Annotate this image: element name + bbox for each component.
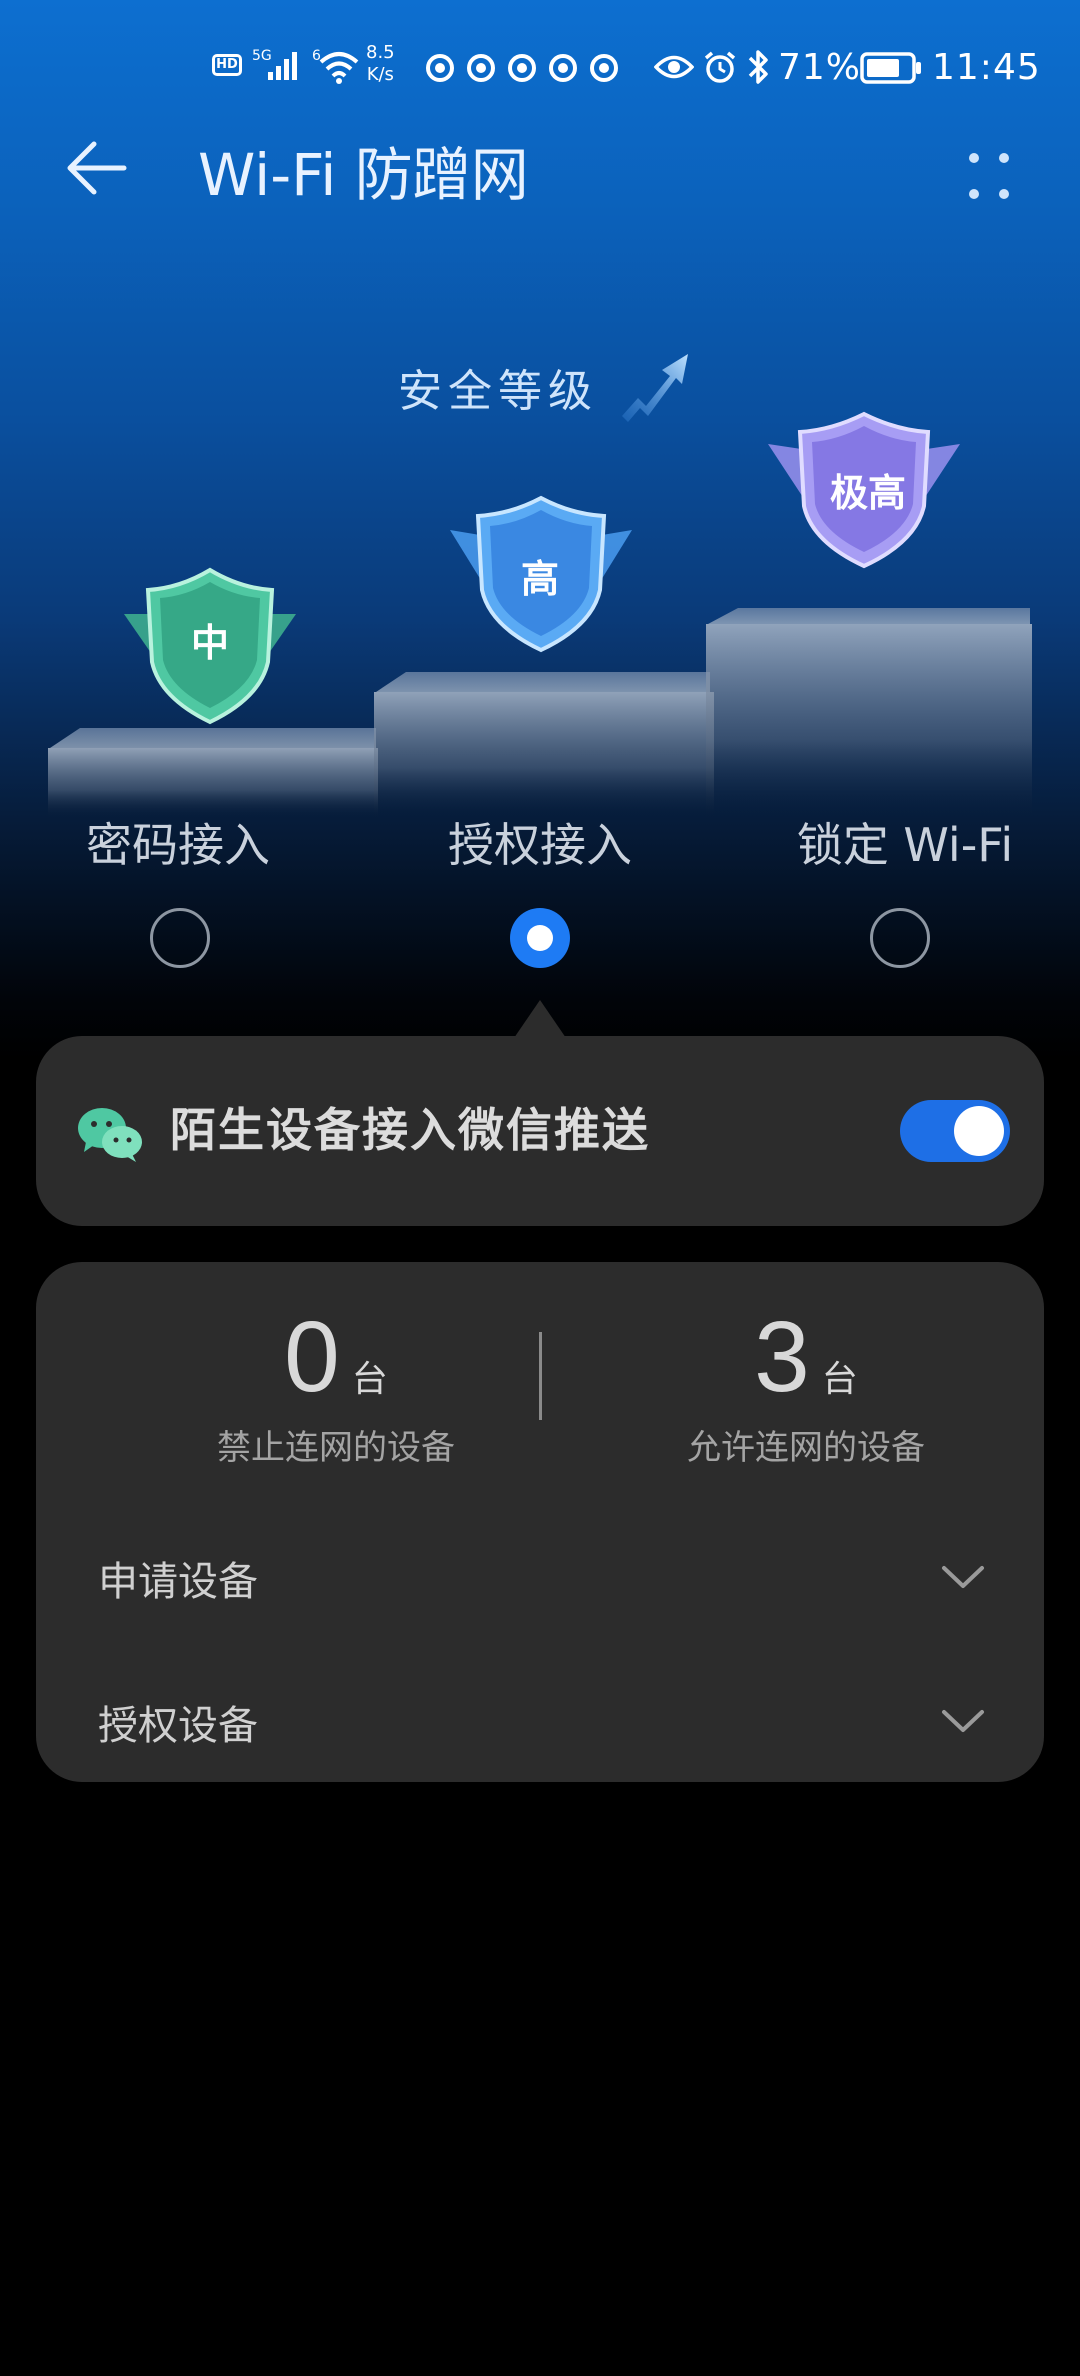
option-authorized-access-label[interactable]: 授权接入 bbox=[420, 810, 660, 880]
wechat-push-card: 陌生设备接入微信推送 bbox=[36, 1036, 1044, 1226]
option-lock-wifi-label[interactable]: 锁定 Wi-Fi bbox=[770, 810, 1040, 880]
page-title: Wi-Fi 防蹭网 bbox=[198, 141, 529, 209]
battery-percent: 71% bbox=[778, 47, 862, 88]
requesting-devices-label: 申请设备 bbox=[98, 1559, 258, 1605]
wifi-icon bbox=[319, 52, 359, 84]
blocked-devices-stat[interactable]: 0台 禁止连网的设备 bbox=[146, 1302, 526, 1470]
blocked-devices-count: 0 bbox=[284, 1301, 340, 1413]
selection-pointer bbox=[514, 1000, 566, 1038]
radio-authorized-access[interactable] bbox=[510, 908, 570, 968]
authorized-devices-label: 授权设备 bbox=[98, 1703, 258, 1749]
level-medium-label: 中 bbox=[190, 621, 229, 665]
hd-badge: HD bbox=[212, 54, 242, 76]
wechat-push-toggle[interactable] bbox=[900, 1100, 1010, 1162]
battery-icon bbox=[860, 52, 921, 84]
app-bar: Wi-Fi 防蹭网 bbox=[0, 120, 1080, 230]
chevron-down-icon bbox=[942, 1566, 984, 1588]
wechat-icon bbox=[78, 1108, 142, 1162]
radio-lock-wifi[interactable] bbox=[870, 908, 930, 968]
allowed-devices-count: 3 bbox=[754, 1301, 810, 1413]
allowed-devices-label: 允许连网的设备 bbox=[687, 1428, 925, 1468]
option-password-access-label[interactable]: 密码接入 bbox=[58, 810, 298, 880]
stats-divider bbox=[539, 1332, 542, 1420]
authorized-devices-section[interactable]: 授权设备 bbox=[36, 1668, 1044, 1778]
blocked-devices-unit: 台 bbox=[351, 1359, 388, 1400]
wechat-push-label: 陌生设备接入微信推送 bbox=[170, 1103, 650, 1157]
level-very-high-label: 极高 bbox=[829, 471, 906, 515]
radio-password-access[interactable] bbox=[150, 908, 210, 968]
status-bar: HD 5G 6 8.5 K/s 71% 11:45 bbox=[0, 0, 1080, 130]
device-stats-card: 0台 禁止连网的设备 3台 允许连网的设备 申请设备 授权设备 bbox=[36, 1262, 1044, 1782]
more-dots-icon bbox=[969, 153, 1009, 199]
wifi-anti-rub-screen: HD 5G 6 8.5 K/s 71% 11:45 Wi-Fi 防蹭网 安全等级… bbox=[0, 0, 1080, 2376]
net-speed: 8.5 K/s bbox=[366, 42, 395, 86]
arrow-left-icon bbox=[67, 141, 127, 195]
signal-icon bbox=[268, 52, 297, 80]
clock: 11:45 bbox=[932, 47, 1041, 88]
net-speed-unit: K/s bbox=[366, 64, 394, 85]
bluetooth-icon bbox=[748, 50, 768, 84]
alarm-icon bbox=[704, 51, 736, 83]
app-notification-icons bbox=[426, 54, 618, 82]
requesting-devices-section[interactable]: 申请设备 bbox=[36, 1524, 1044, 1634]
back-button[interactable] bbox=[60, 128, 160, 228]
chevron-down-icon bbox=[942, 1710, 984, 1732]
blocked-devices-label: 禁止连网的设备 bbox=[217, 1428, 455, 1468]
eye-comfort-icon bbox=[654, 55, 694, 79]
level-high-label: 高 bbox=[520, 557, 559, 601]
allowed-devices-unit: 台 bbox=[821, 1359, 858, 1400]
security-level-heading: 安全等级 bbox=[398, 366, 598, 417]
trend-up-arrow-icon bbox=[622, 354, 688, 422]
allowed-devices-stat[interactable]: 3台 允许连网的设备 bbox=[616, 1302, 996, 1470]
more-options-button[interactable] bbox=[960, 136, 1030, 216]
net-speed-value: 8.5 bbox=[366, 42, 395, 63]
